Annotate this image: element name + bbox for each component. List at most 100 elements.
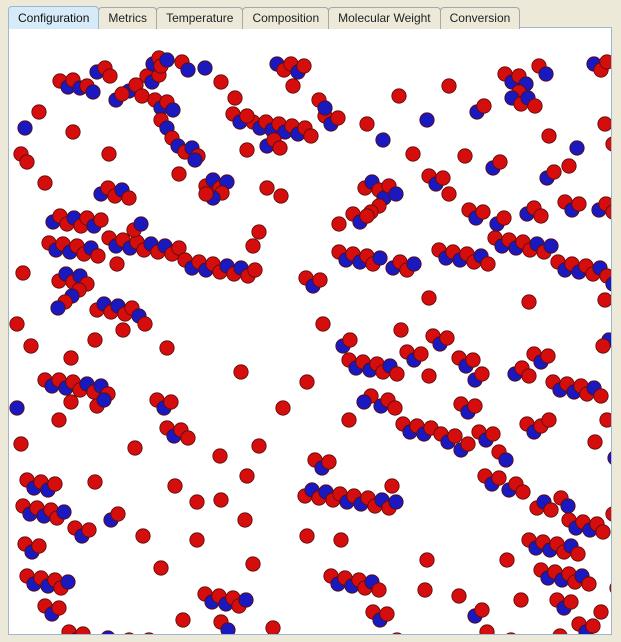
particle-marker	[513, 592, 529, 608]
particle-marker	[17, 120, 33, 136]
particle-marker	[121, 190, 137, 206]
particle-marker	[101, 146, 117, 162]
particle-marker	[167, 478, 183, 494]
particle-marker	[37, 175, 53, 191]
particle-marker	[387, 400, 403, 416]
particle-marker	[96, 392, 112, 408]
particle-marker	[102, 68, 118, 84]
particle-marker	[569, 140, 585, 156]
tab-conversion[interactable]: Conversion	[439, 7, 521, 29]
particle-marker	[133, 216, 149, 232]
window-right-margin	[613, 27, 621, 642]
particle-marker	[19, 154, 35, 170]
particle-marker	[521, 294, 537, 310]
particle-marker	[491, 470, 507, 486]
particle-marker	[251, 224, 267, 240]
particle-marker	[527, 98, 543, 114]
particle-marker	[63, 350, 79, 366]
particle-marker	[447, 428, 463, 444]
particle-marker	[599, 54, 611, 70]
particle-marker	[521, 368, 537, 384]
particle-marker	[51, 412, 67, 428]
particle-marker	[476, 98, 492, 114]
tab-temperature[interactable]: Temperature	[156, 7, 244, 29]
particle-marker	[496, 210, 512, 226]
particle-marker	[251, 438, 267, 454]
plot-background	[9, 28, 611, 634]
particle-marker	[56, 504, 72, 520]
tab-metrics[interactable]: Metrics	[98, 7, 158, 29]
particle-marker	[31, 538, 47, 554]
particle-marker	[333, 532, 349, 548]
particle-marker	[457, 148, 473, 164]
particle-marker	[593, 604, 609, 620]
particle-marker	[393, 322, 409, 338]
tab-label: Temperature	[166, 11, 234, 25]
particle-marker	[597, 116, 611, 132]
particle-marker	[372, 250, 388, 266]
particle-marker	[597, 292, 611, 308]
particle-marker	[312, 272, 328, 288]
particle-marker	[171, 166, 187, 182]
particle-marker	[389, 366, 405, 382]
particle-marker	[321, 454, 337, 470]
configuration-panel	[8, 27, 612, 635]
particle-marker	[31, 104, 47, 120]
particle-marker	[81, 522, 97, 538]
particle-marker	[87, 332, 103, 348]
particle-marker	[571, 196, 587, 212]
particle-marker	[451, 588, 467, 604]
particle-marker	[419, 112, 435, 128]
particle-marker	[137, 316, 153, 332]
particle-marker	[197, 60, 213, 76]
particle-marker	[212, 448, 228, 464]
particle-marker	[441, 78, 457, 94]
particle-marker	[359, 208, 375, 224]
particle-marker	[342, 332, 358, 348]
particle-marker	[85, 84, 101, 100]
particle-marker	[115, 322, 131, 338]
tab-label: Molecular Weight	[338, 11, 431, 25]
particle-marker	[421, 368, 437, 384]
particle-marker	[237, 512, 253, 528]
tab-molecular-weight[interactable]: Molecular Weight	[328, 7, 441, 29]
particle-marker	[239, 108, 255, 124]
tab-label: Configuration	[18, 11, 90, 25]
particle-marker	[165, 102, 181, 118]
tab-configuration[interactable]: Configuration	[8, 6, 100, 29]
particle-marker	[159, 340, 175, 356]
particle-marker	[538, 66, 554, 82]
particle-marker	[299, 528, 315, 544]
particle-marker	[419, 552, 435, 568]
particle-marker	[9, 316, 25, 332]
tab-composition[interactable]: Composition	[242, 7, 330, 29]
simulation-view[interactable]	[9, 28, 611, 634]
particle-marker	[247, 262, 263, 278]
particle-marker	[13, 436, 29, 452]
particle-marker	[515, 484, 531, 500]
particle-marker	[540, 348, 556, 364]
particle-marker	[391, 88, 407, 104]
particle-marker	[114, 86, 130, 102]
particle-marker	[371, 582, 387, 598]
particle-marker	[47, 476, 63, 492]
particle-marker	[595, 524, 611, 540]
particle-marker	[239, 468, 255, 484]
particle-marker	[317, 100, 333, 116]
particle-marker	[599, 412, 611, 428]
particle-marker	[561, 158, 577, 174]
particle-marker	[581, 576, 597, 592]
tab-bar: Configuration Metrics Temperature Compos…	[0, 0, 621, 29]
particle-marker	[285, 78, 301, 94]
particle-marker	[474, 366, 490, 382]
particle-marker	[23, 338, 39, 354]
particle-marker	[435, 170, 451, 186]
particle-marker	[135, 528, 151, 544]
particle-marker	[175, 612, 191, 628]
particle-marker	[595, 338, 611, 354]
particle-marker	[265, 620, 281, 634]
particle-marker	[60, 574, 76, 590]
particle-marker	[498, 452, 514, 468]
particle-marker	[239, 142, 255, 158]
particle-marker	[110, 506, 126, 522]
